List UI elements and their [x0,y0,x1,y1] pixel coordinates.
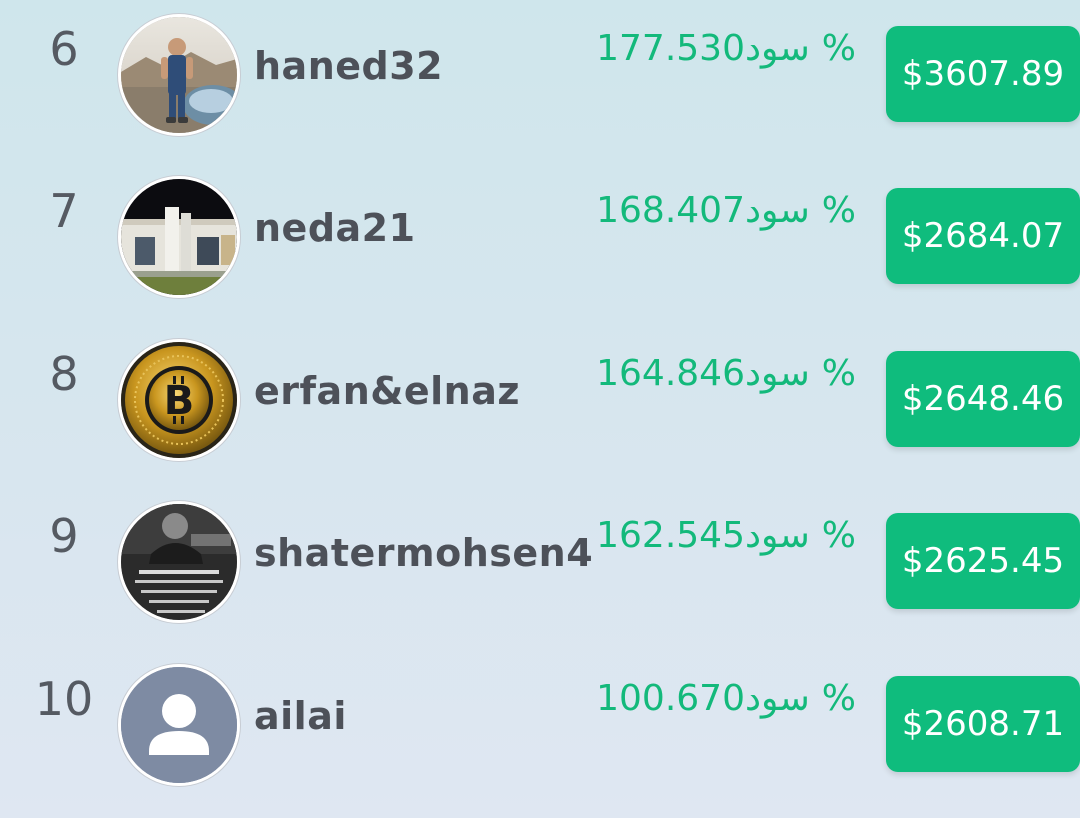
profit-word: سود [744,190,810,231]
username: erfan&elnaz [254,369,520,413]
profit-percentage: 177.530% [596,28,856,69]
profit-label: سود164.846% [596,353,856,394]
profit-percentage: 168.407% [596,190,856,231]
profit-label: سود162.545% [596,515,856,556]
username: haned32 [254,44,444,88]
leaderboard-list: 6 haned32 سود177.530% $3607.89 7 neda21 … [0,0,1080,818]
avatar[interactable] [118,664,240,786]
username: neda21 [254,206,416,250]
profit-label: سود168.407% [596,190,856,231]
profit-word: سود [744,515,810,556]
profit-word: سود [744,678,810,719]
rank-number: 8 [49,347,79,401]
default-user-icon [121,667,237,783]
profit-label: سود177.530% [596,28,856,69]
rank-number: 6 [49,22,79,76]
rank-number: 9 [49,509,79,563]
amount-button[interactable]: $2625.45 [886,513,1080,609]
username: ailai [254,694,347,738]
profit-percentage: 164.846% [596,353,856,394]
svg-text:B: B [164,378,195,424]
amount-button[interactable]: $2648.46 [886,351,1080,447]
amount-button[interactable]: $2608.71 [886,676,1080,772]
building-photo-icon [121,179,237,295]
amount-button[interactable]: $2684.07 [886,188,1080,284]
profit-percentage: 100.670% [596,678,856,719]
profit-word: سود [744,28,810,69]
rank-number: 10 [34,672,94,726]
profit-label: سود100.670% [596,678,856,719]
bitcoin-icon: B [121,342,237,458]
leaderboard-row[interactable]: 10 ailai سود100.670% $2608.71 [0,650,1080,800]
leaderboard-row[interactable]: 8 B erfan&elnaz سود164.846% $2648.46 [0,325,1080,475]
leaderboard-row[interactable]: 6 haned32 سود177.530% $3607.89 [0,0,1080,150]
child-photo-icon [121,17,237,133]
man-photo-icon [121,504,237,620]
avatar[interactable] [118,176,240,298]
username: shatermohsen4 [254,531,594,575]
leaderboard-row[interactable]: 7 neda21 سود168.407% $2684.07 [0,162,1080,312]
avatar[interactable] [118,501,240,623]
avatar[interactable] [118,14,240,136]
profit-word: سود [744,353,810,394]
avatar[interactable]: B [118,339,240,461]
amount-button[interactable]: $3607.89 [886,26,1080,122]
rank-number: 7 [49,184,79,238]
leaderboard-row[interactable]: 9 shatermohsen4 سود162.545% $2625.45 [0,487,1080,637]
profit-percentage: 162.545% [596,515,856,556]
